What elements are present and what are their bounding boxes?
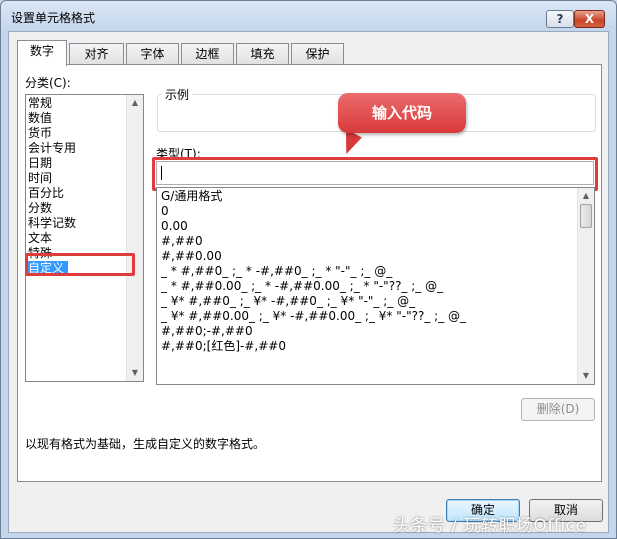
scroll-down-icon[interactable]: ▼	[578, 368, 594, 384]
tab-font[interactable]: 字体	[126, 43, 179, 65]
category-item-date[interactable]: 日期	[28, 156, 52, 171]
category-list[interactable]: 常规 数值 货币 会计专用 日期 时间 百分比 分数 科学记数 文本 特殊 自定…	[25, 94, 144, 382]
format-item[interactable]: #,##0;-#,##0	[161, 324, 253, 339]
category-scrollbar[interactable]: ▲ ▼	[126, 95, 143, 381]
delete-button[interactable]: 删除(D)	[521, 398, 595, 421]
format-item[interactable]: 0	[161, 204, 169, 219]
dialog-title: 设置单元格格式	[11, 11, 96, 25]
number-tab-panel: 分类(C): 常规 数值 货币 会计专用 日期 时间 百分比 分数 科学记数 文…	[17, 64, 602, 482]
category-item-number[interactable]: 数值	[28, 111, 52, 126]
dialog-body: 数字 对齐 字体 边框 填充 保护 分类(C): 常规 数值 货币 会计专用 日…	[8, 31, 609, 533]
format-item[interactable]: #,##0	[161, 234, 203, 249]
category-item-currency[interactable]: 货币	[28, 126, 52, 141]
tab-number[interactable]: 数字	[17, 40, 67, 66]
category-item-time[interactable]: 时间	[28, 171, 52, 186]
format-item[interactable]: #,##0;[红色]-#,##0	[161, 339, 286, 354]
format-cells-dialog: 设置单元格格式 ? X 数字 对齐 字体 边框 填充 保护 分类(C): 常规 …	[0, 0, 617, 539]
category-item-general[interactable]: 常规	[28, 96, 52, 111]
help-button[interactable]: ?	[546, 10, 574, 28]
watermark-text: 头条号 / 玩转职场Office	[393, 516, 587, 536]
sample-label: 示例	[162, 86, 193, 103]
format-list-scrollbar[interactable]: ▲ ▼	[577, 188, 594, 384]
tab-alignment[interactable]: 对齐	[69, 43, 124, 65]
scroll-thumb[interactable]	[580, 204, 592, 228]
custom-highlight-box	[25, 253, 135, 276]
callout-annotation: 输入代码	[338, 93, 466, 133]
format-item[interactable]: _ ¥* #,##0.00_ ;_ ¥* -#,##0.00_ ;_ ¥* "-…	[161, 309, 466, 324]
tab-border[interactable]: 边框	[181, 43, 234, 65]
format-code-list[interactable]: G/通用格式 0 0.00 #,##0 #,##0.00 _ * #,##0_ …	[156, 187, 595, 385]
format-item[interactable]: #,##0.00	[161, 249, 222, 264]
category-label: 分类(C):	[25, 76, 71, 90]
description-text: 以现有格式为基础，生成自定义的数字格式。	[25, 437, 266, 451]
category-item-text[interactable]: 文本	[28, 231, 52, 246]
tab-protection[interactable]: 保护	[291, 43, 344, 65]
format-item[interactable]: _ * #,##0.00_ ;_ * -#,##0.00_ ;_ * "-"??…	[161, 279, 443, 294]
scroll-up-icon[interactable]: ▲	[127, 95, 143, 111]
scroll-up-icon[interactable]: ▲	[578, 188, 594, 204]
format-item[interactable]: _ ¥* #,##0_ ;_ ¥* -#,##0_ ;_ ¥* "-"_ ;_ …	[161, 294, 415, 309]
category-item-scientific[interactable]: 科学记数	[28, 216, 76, 231]
scroll-down-icon[interactable]: ▼	[127, 365, 143, 381]
format-item[interactable]: G/通用格式	[161, 189, 222, 204]
type-highlight-box	[152, 157, 598, 191]
category-item-accounting[interactable]: 会计专用	[28, 141, 76, 156]
category-item-fraction[interactable]: 分数	[28, 201, 52, 216]
format-item[interactable]: 0.00	[161, 219, 188, 234]
tab-fill[interactable]: 填充	[236, 43, 289, 65]
title-bar: 设置单元格格式 ? X	[1, 1, 616, 31]
close-button[interactable]: X	[574, 10, 605, 28]
category-item-percentage[interactable]: 百分比	[28, 186, 64, 201]
format-item[interactable]: _ * #,##0_ ;_ * -#,##0_ ;_ * "-"_ ;_ @_	[161, 264, 392, 279]
